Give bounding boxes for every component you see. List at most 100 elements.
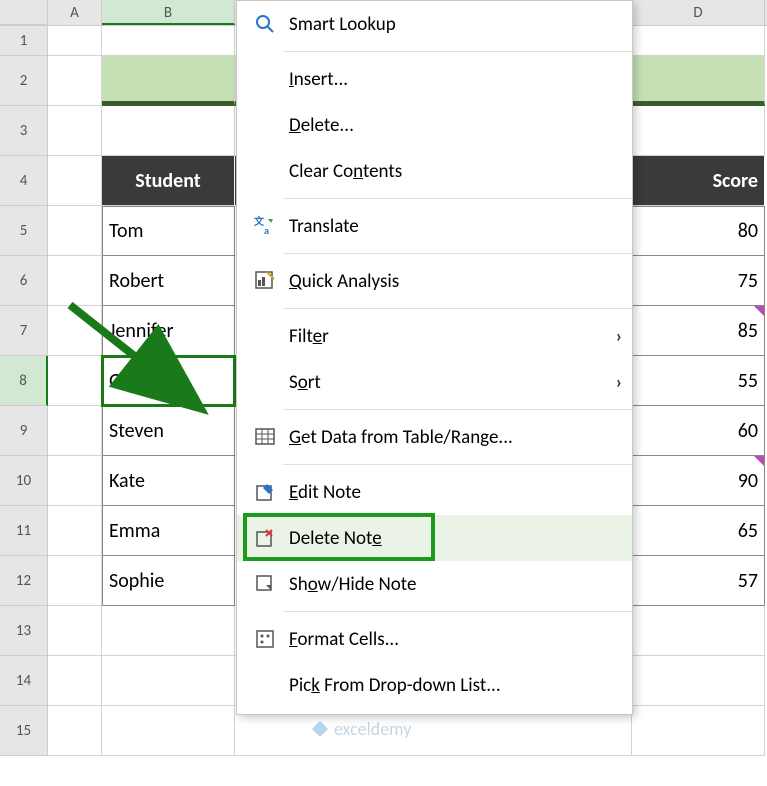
menu-label: Edit Note <box>283 481 622 504</box>
row-header-9[interactable]: 9 <box>0 406 48 456</box>
cell[interactable] <box>48 26 102 56</box>
cell[interactable] <box>48 506 102 556</box>
student-name[interactable]: Jennifer <box>102 306 235 356</box>
quick-analysis-icon <box>247 270 283 292</box>
row-header-13[interactable]: 13 <box>0 606 48 656</box>
student-name[interactable]: Robert <box>102 256 235 306</box>
title-bar[interactable] <box>632 56 765 106</box>
menu-translate[interactable]: 文a Translate <box>237 203 632 249</box>
menu-quick-analysis[interactable]: Quick Analysis <box>237 258 632 304</box>
student-name[interactable]: Sophie <box>102 556 235 606</box>
menu-insert[interactable]: Insert... <box>237 56 632 102</box>
note-indicator-icon <box>754 456 764 466</box>
search-icon <box>247 13 283 35</box>
menu-separator <box>283 611 632 612</box>
student-name[interactable]: Steven <box>102 406 235 456</box>
title-bar[interactable] <box>102 56 235 106</box>
menu-format-cells[interactable]: Format Cells... <box>237 616 632 662</box>
note-icon <box>247 573 283 595</box>
row-header-2[interactable]: 2 <box>0 56 48 106</box>
row-header-7[interactable]: 7 <box>0 306 48 356</box>
menu-separator <box>283 464 632 465</box>
cell[interactable] <box>48 56 102 106</box>
menu-label: Pick From Drop-down List... <box>283 674 622 697</box>
svg-text:a: a <box>264 224 269 237</box>
cell[interactable] <box>632 706 765 756</box>
menu-sort[interactable]: Sort › <box>237 359 632 405</box>
menu-separator <box>283 308 632 309</box>
cell[interactable] <box>48 556 102 606</box>
menu-label: Quick Analysis <box>283 270 622 293</box>
translate-icon: 文a <box>247 215 283 237</box>
cell[interactable] <box>102 656 235 706</box>
select-all-corner[interactable] <box>0 0 48 25</box>
row-header-14[interactable]: 14 <box>0 656 48 706</box>
cell[interactable] <box>48 106 102 156</box>
col-header-d[interactable]: D <box>632 0 765 25</box>
menu-label: Filter <box>283 325 616 348</box>
menu-clear-contents[interactable]: Clear Contents <box>237 148 632 194</box>
cell[interactable] <box>48 306 102 356</box>
header-score[interactable]: Score <box>632 156 765 206</box>
row-header-6[interactable]: 6 <box>0 256 48 306</box>
cell[interactable] <box>632 106 765 156</box>
row-header-8[interactable]: 8 <box>0 356 48 406</box>
student-score[interactable]: 65 <box>632 506 765 556</box>
context-menu: Smart Lookup Insert... Delete... Clear C… <box>236 0 633 715</box>
cell[interactable] <box>102 106 235 156</box>
menu-edit-note[interactable]: Edit Note <box>237 469 632 515</box>
row-header-3[interactable]: 3 <box>0 106 48 156</box>
chevron-right-icon: › <box>616 371 622 393</box>
cell[interactable] <box>632 26 765 56</box>
student-score[interactable]: 75 <box>632 256 765 306</box>
row-header-15[interactable]: 15 <box>0 706 48 756</box>
student-score[interactable]: 90 <box>632 456 765 506</box>
menu-filter[interactable]: Filter › <box>237 313 632 359</box>
cell[interactable] <box>102 606 235 656</box>
menu-smart-lookup[interactable]: Smart Lookup <box>237 1 632 47</box>
menu-get-data[interactable]: Get Data from Table/Range... <box>237 414 632 460</box>
note-indicator-icon <box>754 306 764 316</box>
cell[interactable] <box>102 706 235 756</box>
row-headers: 1 2 3 4 5 6 7 8 9 10 11 12 13 14 15 <box>0 26 48 756</box>
student-name[interactable]: Kate <box>102 456 235 506</box>
cell[interactable] <box>48 406 102 456</box>
cell[interactable] <box>48 156 102 206</box>
selected-cell[interactable]: George <box>102 356 235 406</box>
menu-label: Get Data from Table/Range... <box>283 426 622 449</box>
cell[interactable] <box>48 456 102 506</box>
header-student[interactable]: Student <box>102 156 235 206</box>
cell[interactable] <box>48 256 102 306</box>
cell[interactable] <box>48 706 102 756</box>
menu-delete-note[interactable]: Delete Note <box>237 515 632 561</box>
student-score[interactable]: 55 <box>632 356 765 406</box>
row-header-12[interactable]: 12 <box>0 556 48 606</box>
student-score[interactable]: 85 <box>632 306 765 356</box>
row-header-5[interactable]: 5 <box>0 206 48 256</box>
cell[interactable] <box>48 356 102 406</box>
row-header-4[interactable]: 4 <box>0 156 48 206</box>
menu-delete[interactable]: Delete... <box>237 102 632 148</box>
menu-label: Show/Hide Note <box>283 573 622 596</box>
row-header-1[interactable]: 1 <box>0 26 48 56</box>
col-header-b[interactable]: B <box>102 0 235 25</box>
cell[interactable] <box>48 206 102 256</box>
menu-pick-from-list[interactable]: Pick From Drop-down List... <box>237 662 632 708</box>
cell[interactable] <box>632 656 765 706</box>
student-name[interactable]: Emma <box>102 506 235 556</box>
menu-label: Clear Contents <box>283 160 622 183</box>
cell[interactable] <box>102 26 235 56</box>
student-score[interactable]: 60 <box>632 406 765 456</box>
student-score[interactable]: 57 <box>632 556 765 606</box>
menu-label: Insert... <box>283 68 622 91</box>
student-name[interactable]: Tom <box>102 206 235 256</box>
table-icon <box>247 426 283 448</box>
row-header-10[interactable]: 10 <box>0 456 48 506</box>
student-score[interactable]: 80 <box>632 206 765 256</box>
cell[interactable] <box>48 656 102 706</box>
menu-show-hide-note[interactable]: Show/Hide Note <box>237 561 632 607</box>
cell[interactable] <box>48 606 102 656</box>
col-header-a[interactable]: A <box>48 0 102 25</box>
row-header-11[interactable]: 11 <box>0 506 48 556</box>
cell[interactable] <box>632 606 765 656</box>
